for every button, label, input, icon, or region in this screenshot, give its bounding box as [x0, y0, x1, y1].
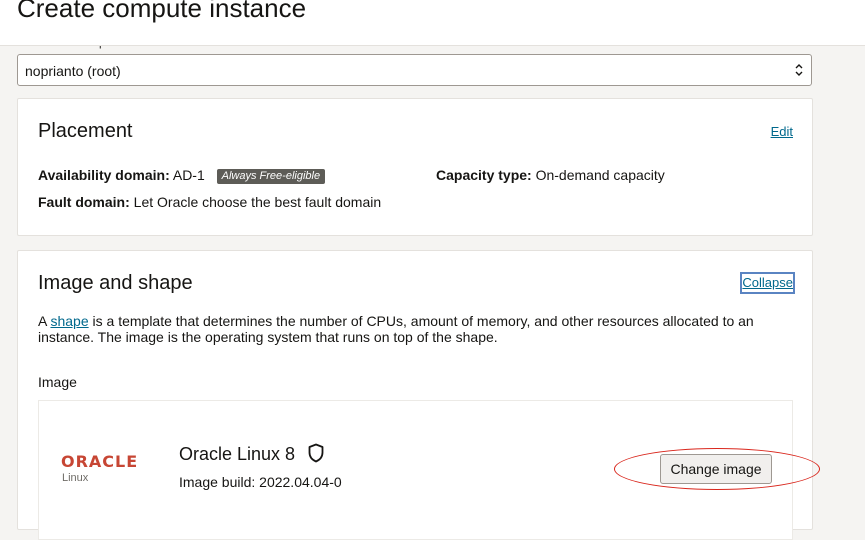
placement-edit-link[interactable]: Edit — [771, 124, 793, 139]
availability-domain-label: Availability domain: — [38, 167, 170, 183]
image-name-row: Oracle Linux 8 — [179, 443, 324, 465]
image-shape-description: A shape is a template that determines th… — [38, 313, 778, 345]
placement-panel: Placement Edit Availability domain: AD-1… — [17, 98, 813, 236]
image-name: Oracle Linux 8 — [179, 444, 296, 464]
description-text: is a template that determines the number… — [38, 313, 754, 345]
oracle-linux-logo: ORACLE Linux — [61, 452, 157, 486]
description-prefix: A — [38, 313, 47, 329]
page-title: Create compute instance — [17, 0, 307, 23]
availability-domain: Availability domain: AD-1 Always Free-el… — [38, 167, 326, 184]
fault-domain-value: Let Oracle choose the best fault domain — [133, 194, 382, 210]
fault-domain: Fault domain: Let Oracle choose the best… — [38, 194, 381, 210]
image-shape-panel: Image and shape Collapse A shape is a te… — [17, 250, 813, 540]
shield-icon — [308, 443, 324, 463]
placement-title: Placement — [38, 120, 133, 142]
oracle-logo-subtext: Linux — [62, 472, 89, 484]
fault-domain-label: Fault domain: — [38, 194, 130, 210]
shape-link[interactable]: shape — [50, 313, 88, 329]
page-header: Create compute instance — [0, 0, 865, 46]
compartment-select[interactable]: noprianto (root) — [17, 54, 812, 86]
free-eligible-badge: Always Free-eligible — [216, 169, 326, 184]
image-section-label: Image — [38, 374, 77, 390]
change-image-button[interactable]: Change image — [660, 454, 772, 484]
oracle-logo-text: ORACLE — [61, 452, 139, 471]
capacity-type-value: On-demand capacity — [535, 167, 665, 183]
capacity-type: Capacity type: On-demand capacity — [436, 167, 665, 183]
capacity-type-label: Capacity type: — [436, 167, 532, 183]
image-shape-title: Image and shape — [38, 272, 193, 294]
image-card: ORACLE Linux Oracle Linux 8 Image build:… — [38, 400, 793, 540]
availability-domain-value: AD-1 — [172, 167, 205, 183]
image-build: Image build: 2022.04.04-0 — [179, 474, 342, 490]
compartment-value: noprianto (root) — [25, 63, 121, 79]
updown-chevron-icon — [795, 64, 803, 76]
collapse-link[interactable]: Collapse — [740, 272, 795, 294]
